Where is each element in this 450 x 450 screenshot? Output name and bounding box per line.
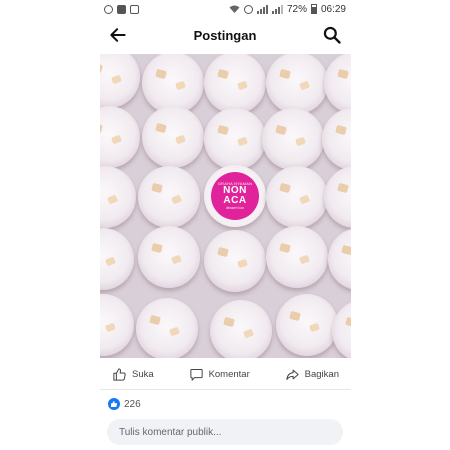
dessert-jar [100, 228, 134, 290]
brand-label: GRAHA NYAMAN NON ACA dessert box [211, 172, 259, 220]
thumbs-up-icon [113, 368, 126, 381]
dessert-jar [266, 54, 328, 114]
dessert-jar [204, 54, 266, 114]
post-photo[interactable]: GRAHA NYAMAN NON ACA dessert box [100, 54, 351, 358]
dessert-jar [262, 108, 324, 170]
dessert-jar [100, 294, 134, 356]
brand-label-bottom: dessert box [225, 205, 245, 210]
dessert-jar [142, 54, 204, 114]
comment-label: Komentar [208, 369, 250, 380]
flipboard-icon [117, 4, 126, 14]
arrow-left-icon[interactable] [108, 25, 128, 45]
share-icon [286, 369, 299, 380]
reaction-summary[interactable]: 226 [108, 396, 141, 412]
search-icon[interactable] [322, 25, 342, 45]
dessert-jar [210, 300, 272, 358]
like-button[interactable]: Suka [100, 367, 166, 382]
dessert-jar [324, 54, 351, 114]
page-title: Postingan [193, 27, 257, 43]
dessert-jar [266, 166, 328, 228]
brand-label-top: GRAHA NYAMAN [217, 180, 253, 186]
signal-icon [256, 4, 268, 14]
data-saver-icon [243, 4, 253, 14]
comment-button[interactable]: Komentar [177, 367, 262, 382]
like-count: 226 [124, 398, 141, 410]
dessert-jar [266, 226, 328, 288]
dessert-jar [100, 166, 136, 228]
dessert-jar [204, 108, 266, 170]
dessert-jar [138, 166, 200, 228]
dessert-jar [276, 294, 338, 356]
dessert-jar [100, 106, 140, 168]
status-bar-right: 72% 06:29 [229, 4, 450, 15]
dessert-jar [204, 230, 266, 292]
dessert-jar [328, 228, 351, 290]
status-bar: 72% 06:29 [0, 0, 450, 18]
dessert-jar [322, 108, 351, 170]
comment-icon [189, 369, 203, 381]
comment-input[interactable] [107, 419, 343, 445]
share-label: Bagikan [304, 369, 339, 380]
branded-lid: GRAHA NYAMAN NON ACA dessert box [204, 165, 266, 227]
brand-label-main: ACA [223, 194, 247, 206]
clock: 06:29 [320, 3, 346, 15]
dessert-jar [142, 106, 204, 168]
dessert-jar [138, 226, 200, 288]
instagram-icon [104, 4, 113, 14]
dessert-jar [332, 300, 351, 358]
dessert-jar [324, 166, 351, 228]
status-bar-left [0, 4, 139, 14]
signal-icon [271, 4, 283, 14]
battery-percent: 72% [286, 3, 307, 15]
like-reaction-icon [108, 398, 120, 410]
share-button[interactable]: Bagikan [273, 367, 351, 382]
like-label: Suka [132, 369, 154, 380]
shop-bag-icon [130, 4, 139, 14]
dessert-jar [100, 54, 140, 108]
dessert-jar [136, 298, 198, 358]
top-app-bar: Postingan [100, 18, 350, 52]
post-action-bar: Suka Komentar Bagikan [100, 360, 351, 390]
wifi-icon [229, 5, 240, 13]
battery-icon [310, 4, 317, 14]
